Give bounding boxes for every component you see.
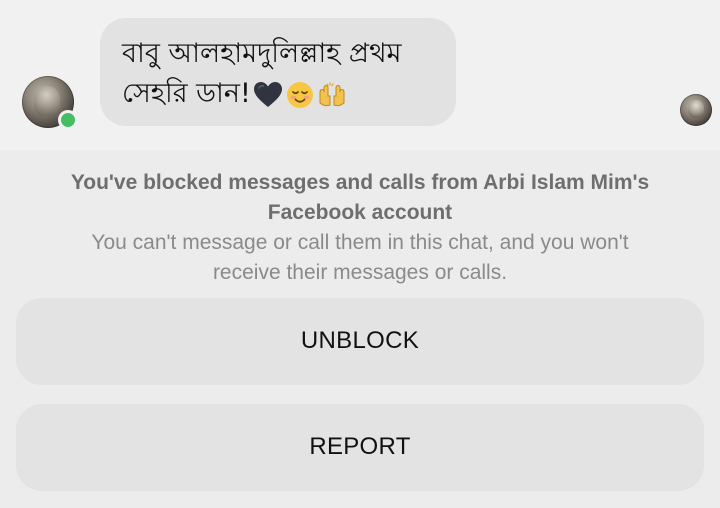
messenger-chat-screen: বাবু আলহামদুলিল্লাহ প্রথম সেহরি ডান! You… — [0, 0, 720, 508]
blocked-notice: You've blocked messages and calls from A… — [40, 168, 680, 288]
relieved-face-icon — [286, 81, 314, 109]
message-line-2: সেহরি ডান! — [122, 78, 251, 109]
incoming-message-bubble[interactable]: বাবু আলহামদুলিল্লাহ প্রথম সেহরি ডান! — [100, 18, 456, 126]
blocked-notice-description-line-2: receive their messages or calls. — [212, 261, 508, 284]
raising-hands-icon — [317, 81, 347, 109]
blocked-notice-description: You can't message or call them in this c… — [40, 228, 680, 288]
message-text: বাবু আলহামদুলিল্লাহ প্রথম সেহরি ডান! — [122, 34, 436, 114]
seen-indicator-avatar — [680, 94, 712, 126]
blocked-notice-title-line-1: You've blocked messages and calls from A… — [70, 171, 650, 194]
black-heart-icon — [253, 81, 283, 109]
avatar-photo — [688, 100, 704, 118]
unblock-button[interactable]: UNBLOCK — [16, 298, 704, 384]
avatar-photo — [34, 86, 60, 116]
message-emojis — [253, 81, 347, 109]
report-button[interactable]: REPORT — [16, 404, 704, 490]
message-line-1: বাবু আলহামদুলিল্লাহ প্রথম — [122, 38, 402, 69]
blocked-notice-description-line-1: You can't message or call them in this c… — [91, 231, 629, 254]
blocked-notice-title-line-2: Facebook account — [267, 201, 453, 224]
online-status-icon — [58, 110, 78, 130]
blocked-notice-title: You've blocked messages and calls from A… — [40, 168, 680, 228]
message-thread[interactable]: বাবু আলহামদুলিল্লাহ প্রথম সেহরি ডান! — [0, 0, 720, 150]
